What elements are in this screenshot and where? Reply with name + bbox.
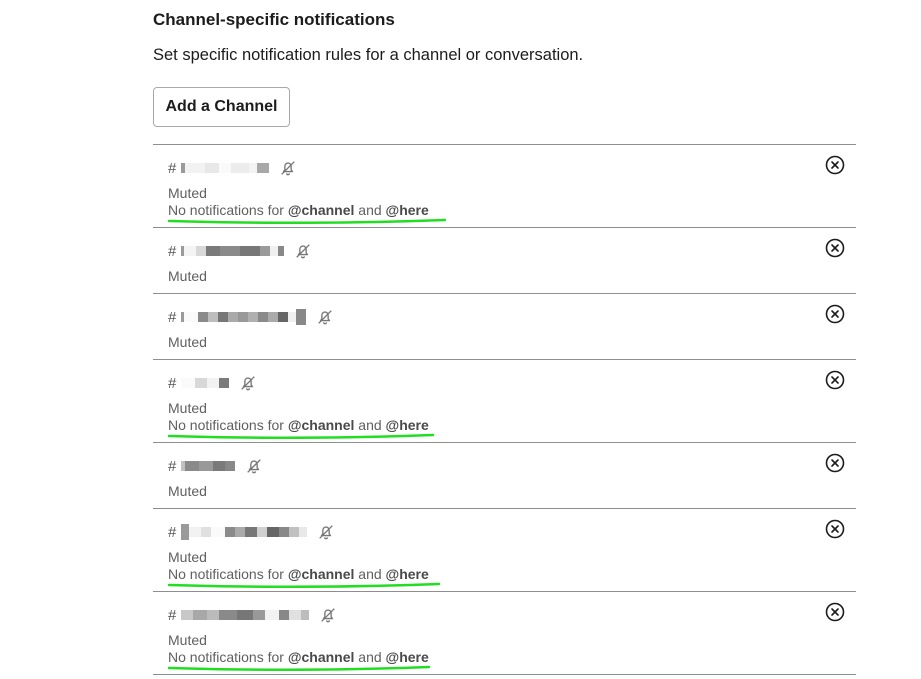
- redacted-channel-name: [181, 375, 230, 391]
- redacted-channel-name: [181, 607, 310, 623]
- remove-channel-button[interactable]: [825, 304, 845, 324]
- hash-symbol: #: [168, 374, 177, 392]
- hash-symbol: #: [168, 523, 177, 541]
- bell-off-icon: [318, 310, 333, 325]
- hash-symbol: #: [168, 457, 177, 475]
- muted-status: Muted: [168, 185, 207, 201]
- mention-rule: No notifications for @channel and @here: [168, 566, 429, 582]
- muted-status: Muted: [168, 483, 207, 499]
- channel-row: # Muted No notifications for @channel an…: [153, 592, 856, 675]
- bell-off-icon: [319, 525, 334, 540]
- hash-symbol: #: [168, 308, 177, 326]
- section-title: Channel-specific notifications: [153, 10, 395, 29]
- hash-symbol: #: [168, 606, 177, 624]
- bell-off-icon: [296, 244, 311, 259]
- channel-row: # Muted No notifications for @channel an…: [153, 145, 856, 228]
- bell-off-icon: [281, 161, 296, 176]
- highlight-underline: [167, 218, 447, 224]
- close-circle-icon: [825, 519, 845, 539]
- highlight-underline: [167, 582, 441, 588]
- mention-rule: No notifications for @channel and @here: [168, 417, 429, 433]
- highlight-underline: [167, 433, 435, 439]
- close-circle-icon: [825, 370, 845, 390]
- redacted-channel-name: [181, 524, 308, 540]
- channel-row: # Muted No notifications for @channel an…: [153, 509, 856, 592]
- hash-symbol: #: [168, 159, 177, 177]
- redacted-channel-name: [181, 458, 236, 474]
- redacted-channel-name: [181, 160, 270, 176]
- close-circle-icon: [825, 238, 845, 258]
- remove-channel-button[interactable]: [825, 370, 845, 390]
- remove-channel-button[interactable]: [825, 453, 845, 473]
- close-circle-icon: [825, 602, 845, 622]
- close-circle-icon: [825, 155, 845, 175]
- bell-off-icon: [241, 376, 256, 391]
- remove-channel-button[interactable]: [825, 155, 845, 175]
- muted-status: Muted: [168, 268, 207, 284]
- bell-off-icon: [247, 459, 262, 474]
- channel-row: # Muted: [153, 443, 856, 509]
- section-description: Set specific notification rules for a ch…: [153, 46, 584, 64]
- muted-status: Muted: [168, 400, 207, 416]
- channel-row: # Muted: [153, 294, 856, 360]
- highlight-underline: [167, 665, 431, 671]
- mention-rule: No notifications for @channel and @here: [168, 649, 429, 665]
- channel-list: # Muted No notifications for @channel an…: [153, 144, 856, 675]
- remove-channel-button[interactable]: [825, 238, 845, 258]
- muted-status: Muted: [168, 334, 207, 350]
- add-channel-button[interactable]: Add a Channel: [153, 87, 290, 127]
- muted-status: Muted: [168, 632, 207, 648]
- close-circle-icon: [825, 304, 845, 324]
- remove-channel-button[interactable]: [825, 519, 845, 539]
- muted-status: Muted: [168, 549, 207, 565]
- channel-row: # Muted No notifications for @channel an…: [153, 360, 856, 443]
- channel-row: # Muted: [153, 228, 856, 294]
- mention-rule: No notifications for @channel and @here: [168, 202, 429, 218]
- close-circle-icon: [825, 453, 845, 473]
- hash-symbol: #: [168, 242, 177, 260]
- bell-off-icon: [321, 608, 336, 623]
- remove-channel-button[interactable]: [825, 602, 845, 622]
- redacted-channel-name: [181, 243, 285, 259]
- redacted-channel-name: [181, 309, 307, 325]
